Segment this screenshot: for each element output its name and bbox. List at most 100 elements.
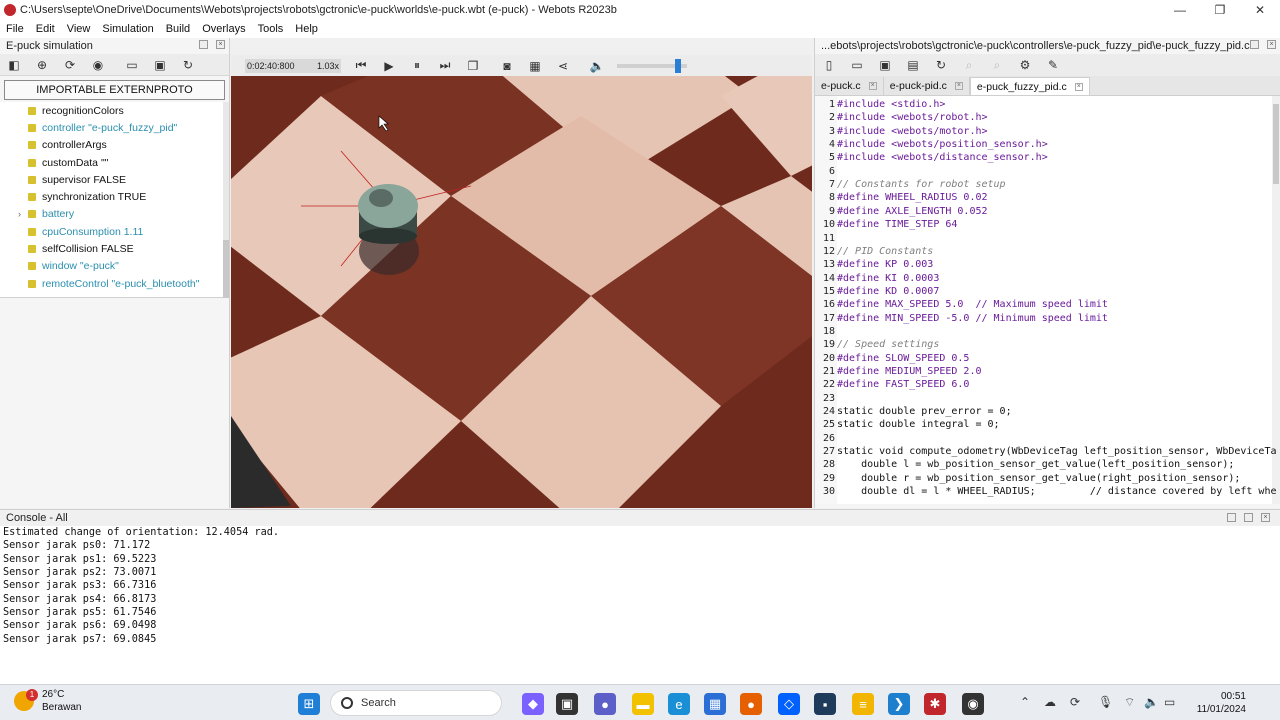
wifi-icon[interactable]: ⌔ <box>1124 695 1135 710</box>
tree-item-controller[interactable]: controller "e-puck_fuzzy_pid" <box>0 119 225 136</box>
tree-item-controller-args[interactable]: controllerArgs <box>0 137 225 154</box>
menu-edit[interactable]: Edit <box>30 23 61 35</box>
build-icon[interactable]: ⚙ <box>1017 57 1033 73</box>
code-line[interactable]: 5 #include <webots/distance_sensor.h> <box>815 151 1280 164</box>
code-line[interactable]: 30 double dl = l * WHEEL_RADIUS; // dist… <box>815 485 1280 498</box>
code-line[interactable]: 6 <box>815 165 1280 178</box>
close-console-icon[interactable]: × <box>1261 513 1270 522</box>
teams-icon[interactable]: ● <box>594 693 616 715</box>
code-line[interactable]: 29 double r = wb_position_sensor_get_val… <box>815 472 1280 485</box>
task-view-icon[interactable]: ▣ <box>556 693 578 715</box>
tree-item-self-collision[interactable]: selfCollision FALSE <box>0 240 225 257</box>
menu-file[interactable]: File <box>0 23 30 35</box>
3d-view[interactable] <box>231 76 812 508</box>
expand-arrow-icon[interactable]: › <box>18 209 21 219</box>
tree-item-remote-control[interactable]: remoteControl "e-puck_bluetooth" <box>0 275 225 292</box>
tree-item-battery[interactable]: › battery <box>0 206 225 223</box>
save-world-icon[interactable]: ▣ <box>152 57 168 73</box>
code-line[interactable]: 26 <box>815 432 1280 445</box>
tab-e-puck-pid-c[interactable]: e-puck-pid.c × <box>884 77 970 95</box>
taskbar-search[interactable]: Search <box>330 690 502 716</box>
code-line[interactable]: 11 <box>815 232 1280 245</box>
code-line[interactable]: 13 #define KP 0.003 <box>815 258 1280 271</box>
code-line[interactable]: 22 #define FAST_SPEED 6.0 <box>815 378 1280 391</box>
tree-item-window[interactable]: window "e-puck" <box>0 258 225 275</box>
vscode-icon[interactable]: ❯ <box>888 693 910 715</box>
menu-build[interactable]: Build <box>160 23 196 35</box>
replace-icon[interactable]: ⌕ <box>989 57 1005 73</box>
share-icon[interactable]: ⋖ <box>555 58 571 74</box>
copilot-icon[interactable]: ◆ <box>522 693 544 715</box>
tree-item-synchronization[interactable]: synchronization TRUE <box>0 188 225 205</box>
tree-item-cpu-consumption[interactable]: cpuConsumption 1.11 <box>0 223 225 240</box>
add-node-icon[interactable]: ⊕ <box>34 57 50 73</box>
code-line[interactable]: 19// Speed settings <box>815 338 1280 351</box>
code-line[interactable]: 7// Constants for robot setup <box>815 178 1280 191</box>
new-file-icon[interactable]: ▯ <box>821 57 837 73</box>
code-line[interactable]: 16 #define MAX_SPEED 5.0 // Maximum speed… <box>815 298 1280 311</box>
dropbox-icon[interactable]: ◇ <box>778 693 800 715</box>
toggle-panel-icon[interactable]: ◧ <box>6 57 22 73</box>
close-button[interactable]: ✕ <box>1240 0 1280 20</box>
save-all-icon[interactable]: ▤ <box>905 57 921 73</box>
notes-icon[interactable]: ≡ <box>852 693 874 715</box>
store-icon[interactable]: ▦ <box>704 693 726 715</box>
code-line[interactable]: 28 double l = wb_position_sensor_get_val… <box>815 458 1280 471</box>
file-explorer-icon[interactable]: ▬ <box>632 693 654 715</box>
rendering-icon[interactable]: ❐ <box>465 58 481 74</box>
battery-icon[interactable]: ▭ <box>1164 695 1175 709</box>
reload-world-icon[interactable]: ↻ <box>180 57 196 73</box>
tree-item-custom-data[interactable]: customData "" <box>0 154 225 171</box>
console-output[interactable]: Estimated change of orientation: 12.4054… <box>0 526 1280 646</box>
weather-widget[interactable]: 1 26°C Berawan <box>14 688 81 714</box>
volume-slider[interactable] <box>617 58 687 73</box>
code-line[interactable]: 27 static void compute_odometry(WbDeviceT… <box>815 445 1280 458</box>
code-line[interactable]: 21 #define MEDIUM_SPEED 2.0 <box>815 365 1280 378</box>
tree-item-recognition-colors[interactable]: recognitionColors <box>0 102 225 119</box>
onedrive-icon[interactable]: ☁ <box>1044 695 1056 709</box>
menu-simulation[interactable]: Simulation <box>96 23 159 35</box>
play-icon[interactable]: ▶ <box>381 58 397 74</box>
fast-forward-icon[interactable]: ⏭ <box>437 58 453 74</box>
code-line[interactable]: 4 #include <webots/position_sensor.h> <box>815 138 1280 151</box>
code-line[interactable]: 17 #define MIN_SPEED -5.0 // Minimum spee… <box>815 312 1280 325</box>
open-world-icon[interactable]: ▭ <box>124 57 140 73</box>
start-icon[interactable]: ⊞ <box>298 693 320 715</box>
volume-icon[interactable]: 🔈 <box>589 58 605 74</box>
float-panel-icon[interactable] <box>199 40 208 49</box>
screenshot-icon[interactable]: ◙ <box>499 58 515 74</box>
scene-tree-scrollbar[interactable] <box>223 102 229 298</box>
code-line[interactable]: 3 #include <webots/motor.h> <box>815 125 1280 138</box>
close-panel-icon[interactable]: × <box>216 40 225 49</box>
close-editor-icon[interactable]: × <box>1267 40 1276 49</box>
tree-item-supervisor[interactable]: supervisor FALSE <box>0 171 225 188</box>
show-hidden-icons[interactable]: ⌃ <box>1020 695 1030 709</box>
code-line[interactable]: 2 #include <webots/robot.h> <box>815 111 1280 124</box>
firefox-icon[interactable]: ● <box>740 693 762 715</box>
pause-icon[interactable]: ⏸ <box>409 58 425 74</box>
minimize-button[interactable]: — <box>1160 0 1200 20</box>
save-file-icon[interactable]: ▣ <box>877 57 893 73</box>
tab-e-puck-c[interactable]: e-puck.c × <box>815 77 884 95</box>
menu-help[interactable]: Help <box>289 23 324 35</box>
clear-console-icon[interactable] <box>1227 513 1236 522</box>
menu-view[interactable]: View <box>61 23 97 35</box>
webots-icon[interactable]: ✱ <box>924 693 946 715</box>
close-tab-icon[interactable]: × <box>1074 82 1083 91</box>
app-icon[interactable]: ▪ <box>814 693 836 715</box>
code-line[interactable]: 20 #define SLOW_SPEED 0.5 <box>815 352 1280 365</box>
tab-e-puck-fuzzy-pid-c[interactable]: e-puck_fuzzy_pid.c × <box>969 77 1090 95</box>
code-line[interactable]: 24 static double prev_error = 0; <box>815 405 1280 418</box>
float-editor-icon[interactable] <box>1250 40 1259 49</box>
record-movie-icon[interactable]: ▦ <box>527 58 543 74</box>
code-line[interactable]: 15 #define KD 0.0007 <box>815 285 1280 298</box>
code-line[interactable]: 9 #define AXLE_LENGTH 0.052 <box>815 205 1280 218</box>
code-line[interactable]: 1 #include <stdio.h> <box>815 98 1280 111</box>
volume-slider-knob[interactable] <box>674 58 681 73</box>
reset-node-icon[interactable]: ⟳ <box>62 57 78 73</box>
code-line[interactable]: 18 <box>815 325 1280 338</box>
view-icon[interactable]: ◉ <box>90 57 106 73</box>
scrollbar-thumb[interactable] <box>223 240 229 298</box>
close-tab-icon[interactable]: × <box>868 82 877 90</box>
importable-externproto-button[interactable]: IMPORTABLE EXTERNPROTO <box>4 80 225 100</box>
